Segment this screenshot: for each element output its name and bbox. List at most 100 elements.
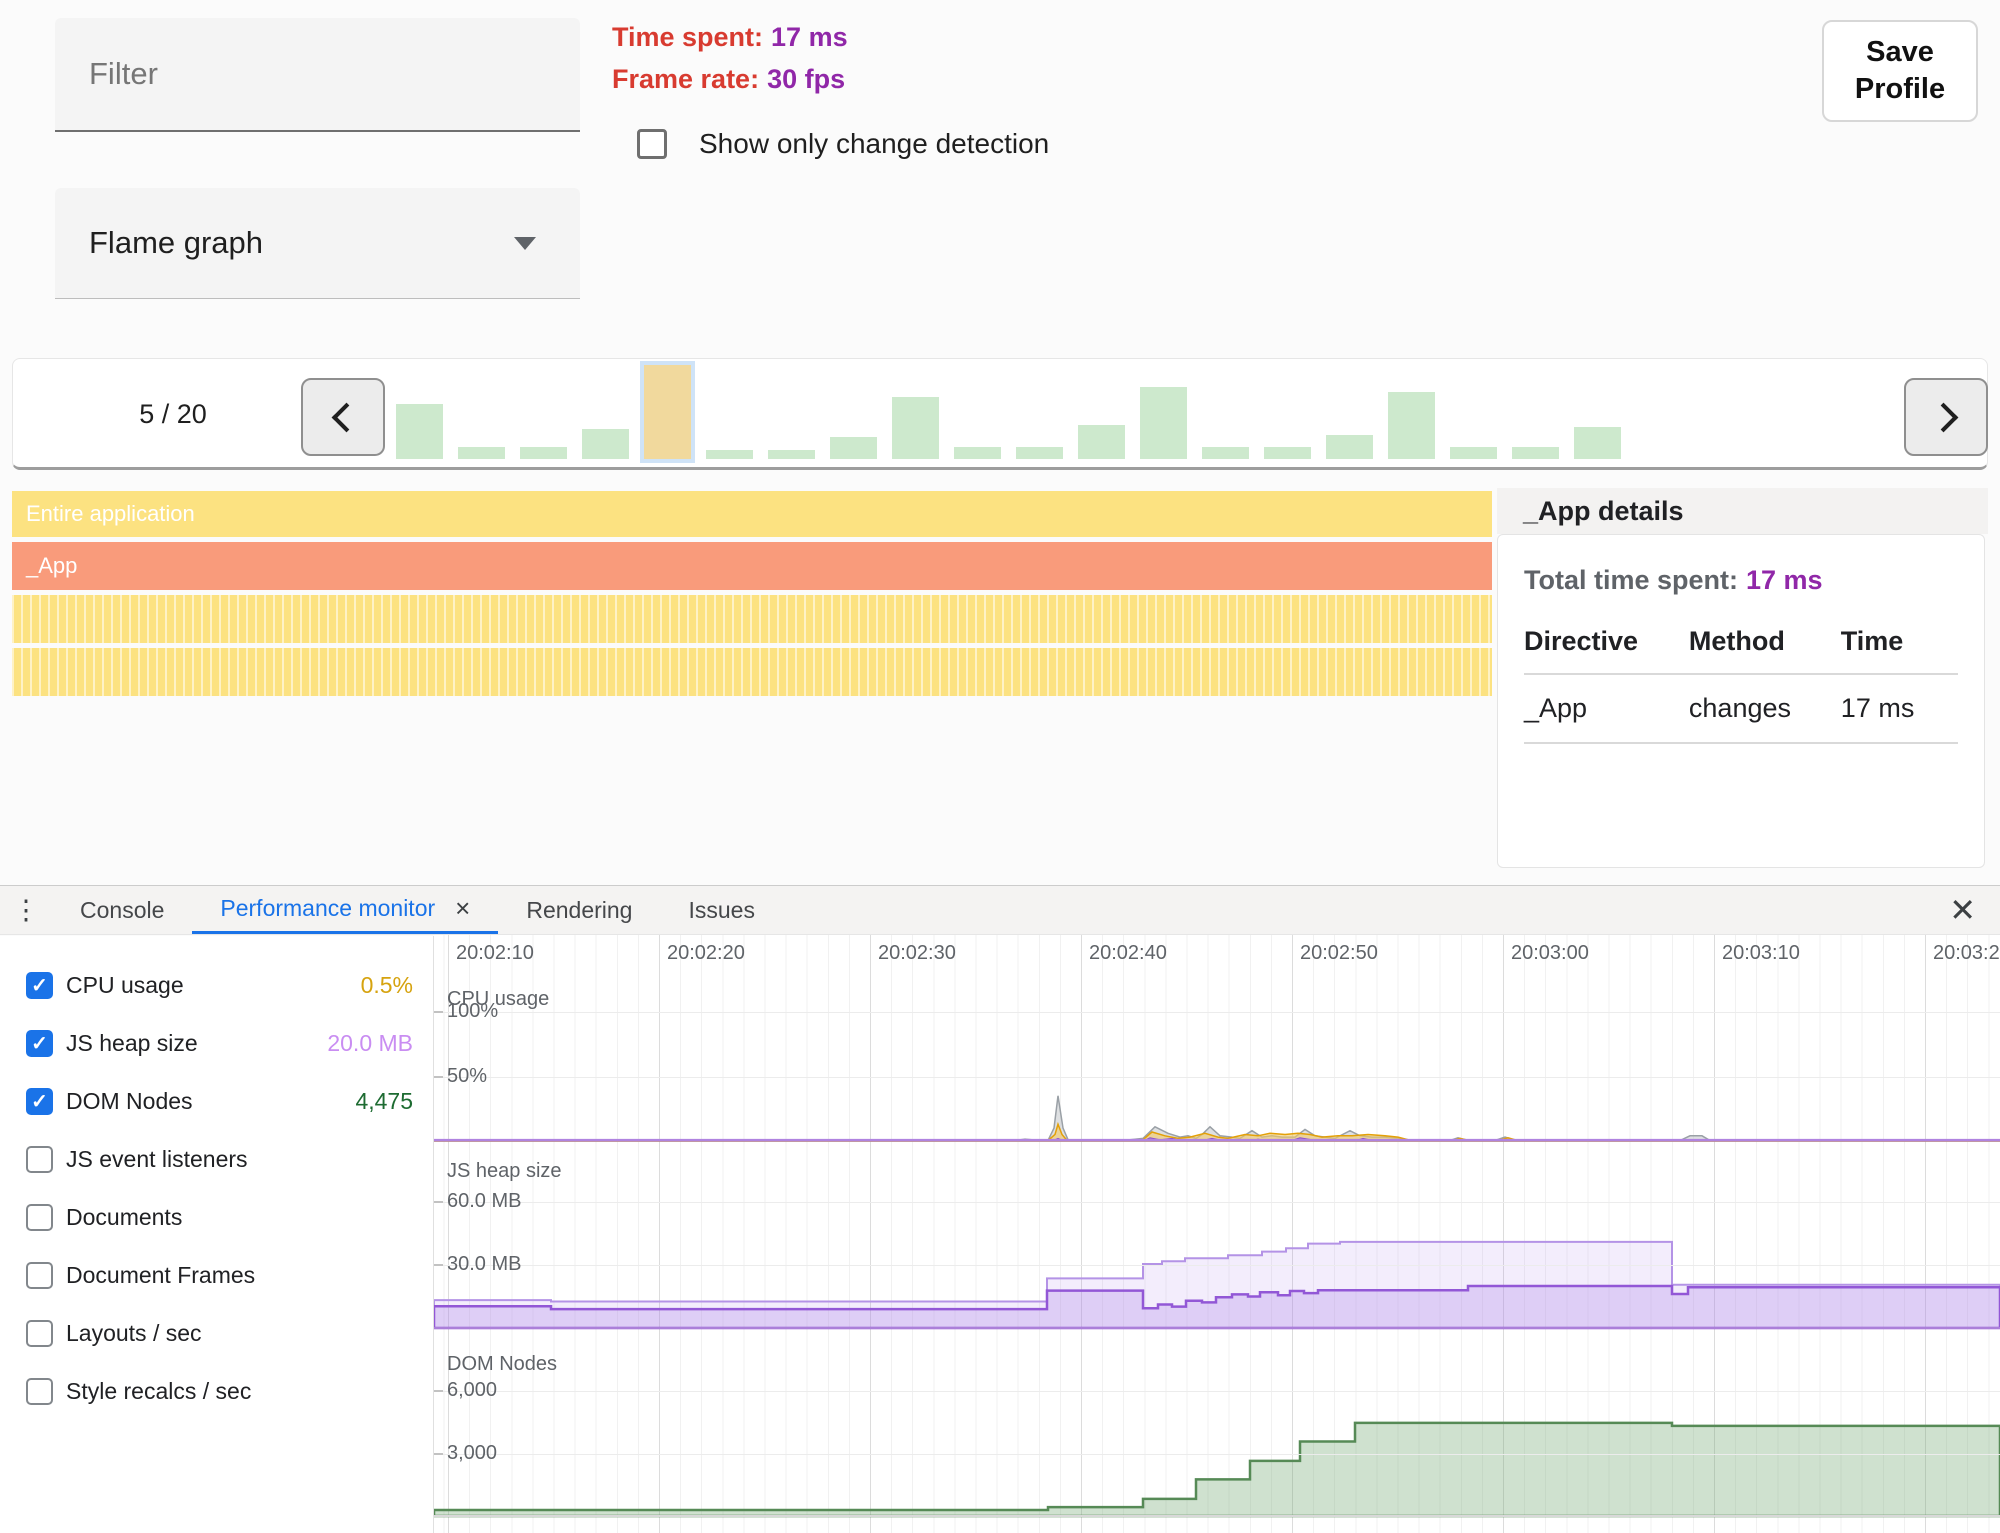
frame-bar-4[interactable] [582, 429, 629, 459]
frame-bar-5[interactable] [644, 365, 691, 459]
time-axis-label: 20:03:00 [1511, 942, 1589, 965]
close-icon[interactable]: ✕ [1925, 886, 2000, 934]
filter-input[interactable] [55, 18, 580, 132]
total-time-label: Total time spent: [1524, 565, 1738, 595]
metric-label: DOM Nodes [66, 1088, 193, 1115]
checked-checkbox[interactable] [26, 1030, 53, 1057]
tab-label: Rendering [526, 897, 632, 924]
flame-node-Entire application[interactable]: Entire application [12, 491, 1492, 537]
show-only-change-detection-checkbox[interactable] [637, 129, 667, 159]
monitor-metric-row: JS heap size20.0 MB [0, 1014, 433, 1072]
frame-bar-20[interactable] [1574, 427, 1621, 459]
save-profile-button[interactable]: Save Profile [1822, 20, 1978, 122]
section-label-heap: JS heap size [447, 1160, 562, 1183]
time-axis-label: 20:02:40 [1089, 942, 1167, 965]
next-frame-button[interactable] [1904, 378, 1988, 456]
frame-counter: 5 / 20 [103, 399, 243, 430]
unchecked-checkbox[interactable] [26, 1378, 53, 1405]
previous-frame-button[interactable] [301, 378, 385, 456]
directive-table: Directive Method Time _App changes 17 ms [1524, 626, 1958, 744]
metric-label: Document Frames [66, 1262, 255, 1289]
app-details-panel: _App details Total time spent: 17 ms Dire… [1497, 488, 1988, 868]
frame-bar-12[interactable] [1078, 425, 1125, 459]
tab-console[interactable]: Console [52, 886, 192, 934]
metric-value: 0.5% [361, 972, 413, 999]
h-gridline [434, 1202, 2000, 1203]
metric-value: 20.0 MB [327, 1030, 413, 1057]
frame-bar-3[interactable] [520, 447, 567, 459]
frame-bar-9[interactable] [892, 397, 939, 459]
frame-bar-18[interactable] [1450, 447, 1497, 459]
view-mode-select[interactable]: Flame graph [55, 188, 580, 299]
monitor-metric-row: CPU usage0.5% [0, 956, 433, 1014]
flame-node-label: _App [26, 553, 77, 579]
cell-time: 17 ms [1841, 674, 1958, 743]
unchecked-checkbox[interactable] [26, 1320, 53, 1347]
time-axis-label: 20:02:10 [456, 942, 534, 965]
col-time: Time [1841, 626, 1958, 674]
flame-node-_App[interactable]: _App [12, 542, 1492, 590]
show-only-change-detection-label: Show only change detection [699, 128, 1049, 160]
chevron-down-icon [514, 237, 536, 250]
tick-label: 6,000 [447, 1379, 497, 1402]
time-spent-stat: Time spent:17 ms [612, 22, 848, 53]
total-time-line: Total time spent: 17 ms [1524, 565, 1958, 596]
series-dom-nodes [434, 1423, 2000, 1516]
section-baseline-heap [434, 1327, 2000, 1329]
cell-directive: _App [1524, 674, 1689, 743]
unchecked-checkbox[interactable] [26, 1204, 53, 1231]
time-axis-label: 20:03:2 [1933, 942, 2000, 965]
frame-bar-8[interactable] [830, 437, 877, 459]
tab-rendering[interactable]: Rendering [498, 886, 660, 934]
series-cpu-other [434, 1096, 2000, 1141]
metric-value: 4,475 [355, 1088, 413, 1115]
tab-issues[interactable]: Issues [660, 886, 782, 934]
tab-performance-monitor[interactable]: Performance monitor× [192, 886, 498, 934]
tick-dash [434, 1011, 443, 1013]
frame-bar-16[interactable] [1326, 435, 1373, 459]
frame-bar-19[interactable] [1512, 447, 1559, 459]
details-title: _App details [1497, 488, 1988, 534]
frame-bar-13[interactable] [1140, 387, 1187, 459]
checked-checkbox[interactable] [26, 1088, 53, 1115]
flame-node-row-3[interactable] [12, 595, 1492, 643]
chart-series-svg [434, 935, 2000, 1533]
tabs: ConsolePerformance monitor× Rendering Issu… [52, 886, 783, 934]
devtools-tab-bar: ⋮ ConsolePerformance monitor× Rendering Is… [0, 885, 2000, 935]
col-method: Method [1689, 626, 1841, 674]
performance-monitor-chart: 20:02:1020:02:2020:02:3020:02:4020:02:50… [434, 935, 2000, 1533]
details-card: Total time spent: 17 ms Directive Method … [1497, 534, 1985, 868]
close-icon[interactable]: × [455, 893, 470, 924]
frame-bar-1[interactable] [396, 404, 443, 459]
h-gridline [434, 1391, 2000, 1392]
frame-bar-14[interactable] [1202, 447, 1249, 459]
view-mode-value: Flame graph [89, 225, 514, 261]
frame-bar-11[interactable] [1016, 447, 1063, 459]
frame-bar-6[interactable] [706, 450, 753, 459]
time-axis-label: 20:02:30 [878, 942, 956, 965]
frame-bar-15[interactable] [1264, 447, 1311, 459]
frame-bar-2[interactable] [458, 447, 505, 459]
table-row[interactable]: _App changes 17 ms [1524, 674, 1958, 743]
frame-bar-17[interactable] [1388, 392, 1435, 459]
unchecked-checkbox[interactable] [26, 1146, 53, 1173]
h-gridline [434, 1454, 2000, 1455]
tabbar-spacer [783, 886, 1925, 934]
chevron-left-icon [331, 402, 361, 432]
frame-bar-7[interactable] [768, 450, 815, 459]
total-time-value: 17 ms [1746, 565, 1823, 595]
tick-dash [434, 1201, 443, 1203]
metric-label: Documents [66, 1204, 182, 1231]
monitor-metric-row: Layouts / sec [0, 1304, 433, 1362]
time-axis-label: 20:02:50 [1300, 942, 1378, 965]
metric-label: JS event listeners [66, 1146, 248, 1173]
kebab-menu-icon[interactable]: ⋮ [0, 886, 52, 934]
h-gridline [434, 1265, 2000, 1266]
h-gridline [434, 1012, 2000, 1013]
unchecked-checkbox[interactable] [26, 1262, 53, 1289]
angular-devtools-profiler: Time spent:17 ms Frame rate:30 fps Show … [0, 0, 2000, 1533]
frame-bar-10[interactable] [954, 447, 1001, 459]
flame-node-row-4[interactable] [12, 648, 1492, 696]
section-baseline-dom [434, 1515, 2000, 1517]
checked-checkbox[interactable] [26, 972, 53, 999]
